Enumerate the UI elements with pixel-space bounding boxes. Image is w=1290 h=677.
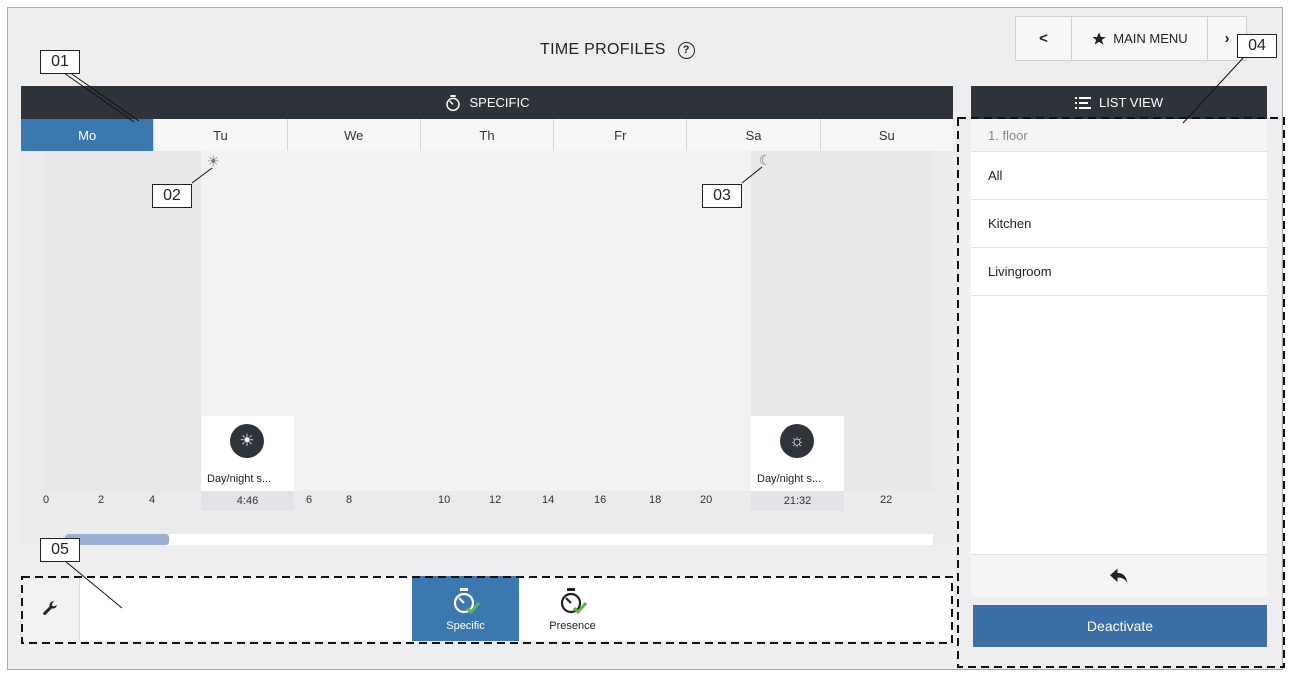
leader-line-01 — [63, 72, 135, 123]
callout-04: 04 — [1237, 34, 1277, 58]
leader-line-04 — [1182, 56, 1245, 124]
leader-line-05 — [64, 560, 123, 609]
callout-02: 02 — [152, 184, 192, 208]
leader-line-03 — [741, 166, 763, 184]
callout-box-04 — [957, 117, 1285, 668]
callout-01: 01 — [40, 50, 80, 74]
callout-03: 03 — [702, 184, 742, 208]
leader-line-02 — [191, 167, 213, 184]
callout-box-05 — [21, 576, 953, 644]
leader-line-01b — [68, 71, 140, 122]
annotation-overlay — [21, 56, 1285, 668]
callout-05: 05 — [40, 538, 80, 562]
